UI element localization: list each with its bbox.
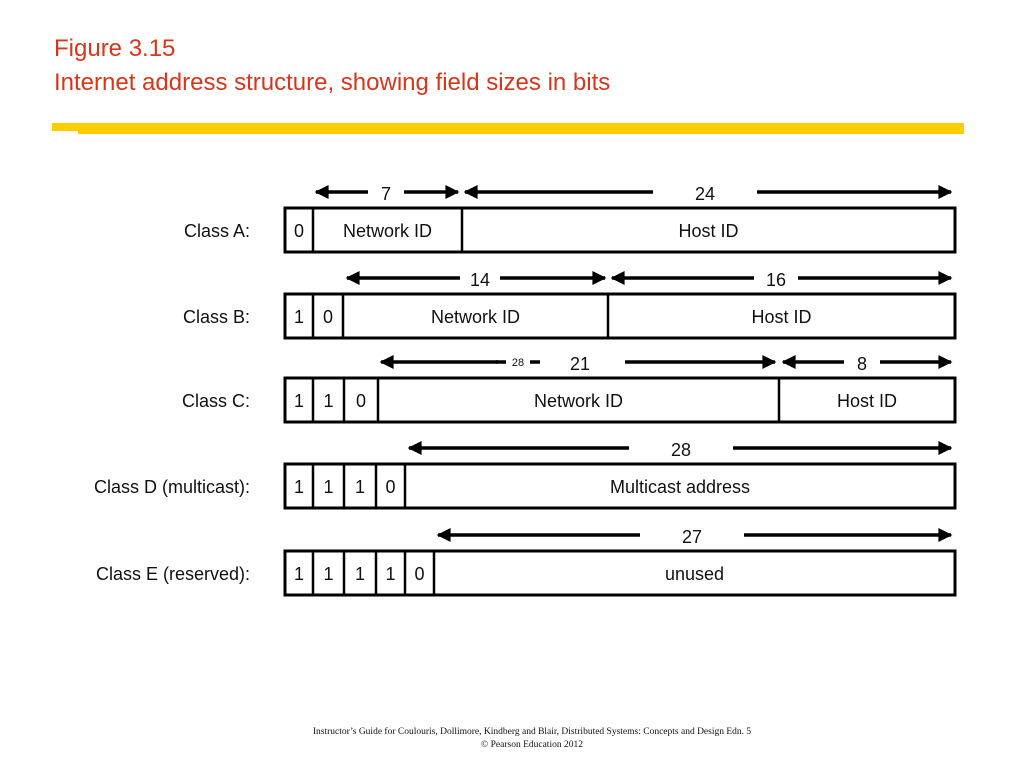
class-label: Class C:: [182, 391, 250, 411]
bit-span: 8: [781, 354, 953, 374]
prefix-bit: 1: [294, 477, 304, 497]
prefix-bit: 0: [323, 307, 333, 327]
prefix-bit: 1: [323, 477, 333, 497]
span-bit-count: 7: [381, 184, 391, 204]
span-bit-count: 28: [671, 440, 691, 460]
prefix-bit: 0: [414, 564, 424, 584]
address-field: Multicast address: [610, 477, 750, 497]
span-bit-count: 21: [570, 354, 590, 374]
footer-copyright: © Pearson Education 2012: [481, 740, 583, 750]
address-field: Host ID: [678, 221, 738, 241]
span-bit-count: 16: [766, 270, 786, 290]
bit-span: 14: [345, 270, 607, 290]
address-class-row: Class A: 0 Network ID Host ID 7 24: [184, 184, 957, 254]
span-note: 28: [512, 357, 524, 369]
address-field: Network ID: [431, 307, 520, 327]
address-field: Host ID: [837, 391, 897, 411]
prefix-bit: 1: [355, 477, 365, 497]
span-bit-count: 14: [470, 270, 490, 290]
span-bit-count: 8: [857, 354, 867, 374]
address-box: [283, 292, 957, 340]
span-bit-count: 27: [682, 527, 702, 547]
class-label: Class A:: [184, 221, 250, 241]
address-field: Host ID: [751, 307, 811, 327]
class-label: Class B:: [183, 307, 250, 327]
address-class-row: Class E (reserved): 1 1 1 1 0 unused27: [96, 527, 957, 597]
address-class-row: Class B: 1 0 Network ID Host ID 14 16: [183, 270, 957, 340]
address-field: Network ID: [534, 391, 623, 411]
class-label: Class D (multicast):: [94, 477, 250, 497]
span-bit-count: 24: [695, 184, 715, 204]
prefix-bit: 0: [356, 391, 366, 411]
prefix-bit: 1: [355, 564, 365, 584]
footer-citation: Instructor’s Guide for Coulouris, Dollim…: [312, 727, 752, 737]
address-field: unused: [665, 564, 724, 584]
prefix-bit: 1: [294, 307, 304, 327]
bit-span: 7: [314, 184, 460, 204]
prefix-bit: 0: [385, 477, 395, 497]
prefix-bit: 1: [294, 564, 304, 584]
bit-span: 21 28: [379, 353, 777, 374]
address-class-row: Class C: 1 1 0 Network ID Host ID 21 28 8: [182, 353, 957, 424]
prefix-bit: 1: [323, 391, 333, 411]
address-structure-diagram: Class A: 0 Network ID Host ID7 24Class B: 1 0 N…: [94, 184, 957, 597]
class-label: Class E (reserved):: [96, 564, 250, 584]
prefix-bit: 1: [294, 391, 304, 411]
bit-span: 27: [436, 527, 953, 547]
address-field: Network ID: [343, 221, 432, 241]
bit-span: 24: [463, 184, 953, 204]
bit-span: 28: [407, 440, 953, 460]
prefix-bit: 1: [385, 564, 395, 584]
address-class-row: Class D (multicast): 1 1 1 0 Multicast addres…: [94, 440, 957, 510]
prefix-bit: 1: [323, 564, 333, 584]
bit-span: 16: [610, 270, 953, 290]
prefix-bit: 0: [294, 221, 304, 241]
